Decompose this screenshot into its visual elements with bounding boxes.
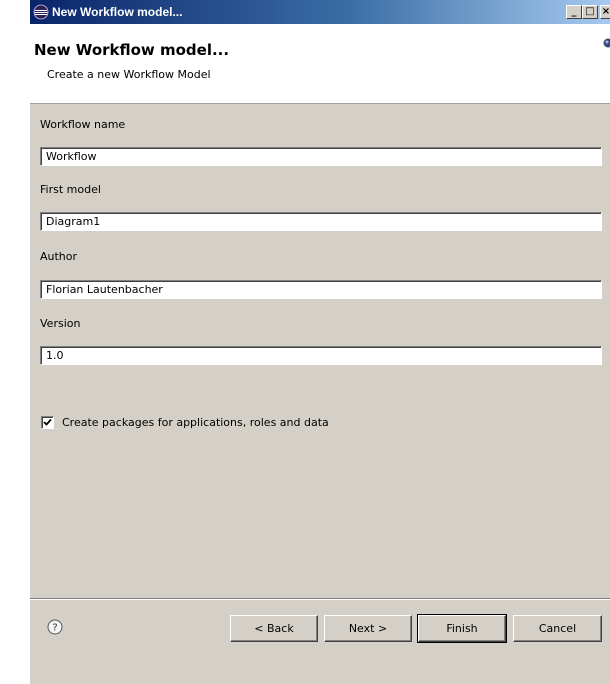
window-title: New Workflow model... — [52, 5, 183, 19]
create-packages-checkbox[interactable] — [41, 416, 54, 429]
cancel-button[interactable]: Cancel — [513, 615, 602, 642]
eclipse-icon — [33, 4, 49, 20]
button-bar-separator — [30, 598, 610, 600]
wizard-dialog: New Workflow model... _ □ × New Workflow… — [30, 0, 610, 684]
page-description: Create a new Workflow Model — [47, 68, 211, 81]
title-bar[interactable]: New Workflow model... _ □ × — [30, 0, 610, 24]
version-label: Version — [40, 317, 81, 330]
maximize-icon: □ — [585, 6, 595, 17]
minimize-button[interactable]: _ — [566, 5, 582, 19]
workflow-name-label: Workflow name — [40, 118, 126, 131]
maximize-button[interactable]: □ — [582, 5, 598, 19]
minimize-icon: _ — [571, 6, 577, 17]
author-input[interactable] — [40, 280, 602, 299]
checkmark-icon — [43, 418, 52, 426]
first-model-label: First model — [40, 183, 101, 196]
wizard-banner: New Workflow model... Create a new Workf… — [30, 24, 610, 104]
author-label: Author — [40, 250, 78, 263]
wizard-banner-icon — [603, 38, 610, 48]
finish-button[interactable]: Finish — [417, 614, 507, 643]
page-title: New Workflow model... — [34, 41, 230, 59]
version-input[interactable] — [40, 346, 602, 365]
back-button[interactable]: < Back — [230, 615, 318, 642]
workflow-name-input[interactable] — [40, 147, 602, 166]
close-button[interactable]: × — [600, 5, 610, 19]
create-packages-label: Create packages for applications, roles … — [62, 416, 329, 429]
first-model-input[interactable] — [40, 212, 602, 231]
next-button[interactable]: Next > — [324, 615, 412, 642]
close-icon: × — [601, 6, 610, 17]
svg-text:?: ? — [52, 623, 57, 634]
help-icon[interactable]: ? — [47, 619, 63, 635]
